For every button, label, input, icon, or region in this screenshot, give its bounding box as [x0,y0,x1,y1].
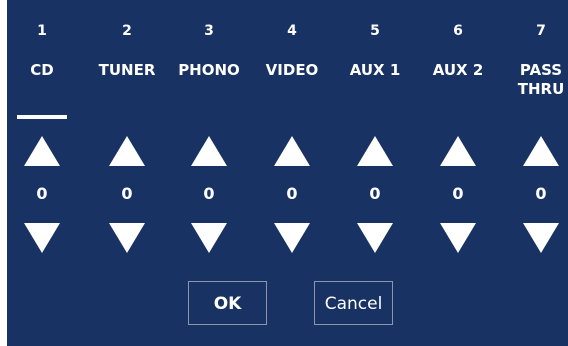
level-down-arrow-icon[interactable] [109,223,145,253]
input-name[interactable]: VIDEO [251,61,333,80]
level-up-arrow-icon[interactable] [523,136,559,166]
input-column-4: 4 VIDEO 0 [257,0,327,270]
input-level-panel: OK Cancel 1 CD 0 2 TUNER 0 3 PHONO 0 4 VIDEO 0 5 AUX … [7,0,568,346]
input-name[interactable]: PHONO [168,61,250,80]
input-column-3: 3 PHONO 0 [174,0,244,270]
input-number: 5 [370,23,380,39]
level-value: 0 [203,184,215,203]
level-down-arrow-icon[interactable] [274,223,310,253]
level-value: 0 [535,184,547,203]
input-column-5: 5 AUX 10 [340,0,410,270]
input-number: 3 [204,23,214,39]
input-name[interactable]: AUX 1 [334,61,416,80]
level-up-arrow-icon[interactable] [109,136,145,166]
input-number: 7 [536,23,546,39]
ok-button[interactable]: OK [188,281,267,325]
level-down-arrow-icon[interactable] [357,223,393,253]
input-number: 1 [37,23,47,39]
input-column-6: 6 AUX 20 [423,0,493,270]
level-up-arrow-icon[interactable] [357,136,393,166]
input-column-2: 2 TUNER 0 [92,0,162,270]
input-name[interactable]: CD [1,61,83,80]
input-number: 4 [287,23,297,39]
level-up-arrow-icon[interactable] [274,136,310,166]
level-value: 0 [286,184,298,203]
input-name[interactable]: TUNER [86,61,168,80]
input-number: 6 [453,23,463,39]
level-up-arrow-icon[interactable] [24,136,60,166]
level-value: 0 [121,184,133,203]
input-number: 2 [122,23,132,39]
level-down-arrow-icon[interactable] [191,223,227,253]
selected-indicator [17,115,67,119]
level-value: 0 [369,184,381,203]
level-down-arrow-icon[interactable] [24,223,60,253]
input-column-7: 7 PASS THRU 0 [506,0,568,270]
level-down-arrow-icon[interactable] [523,223,559,253]
input-name[interactable]: PASS THRU [500,61,568,99]
level-value: 0 [452,184,464,203]
input-name[interactable]: AUX 2 [417,61,499,80]
level-up-arrow-icon[interactable] [191,136,227,166]
level-up-arrow-icon[interactable] [440,136,476,166]
cancel-button[interactable]: Cancel [314,281,393,325]
input-column-1: 1 CD 0 [7,0,77,270]
level-value: 0 [36,184,48,203]
level-down-arrow-icon[interactable] [440,223,476,253]
